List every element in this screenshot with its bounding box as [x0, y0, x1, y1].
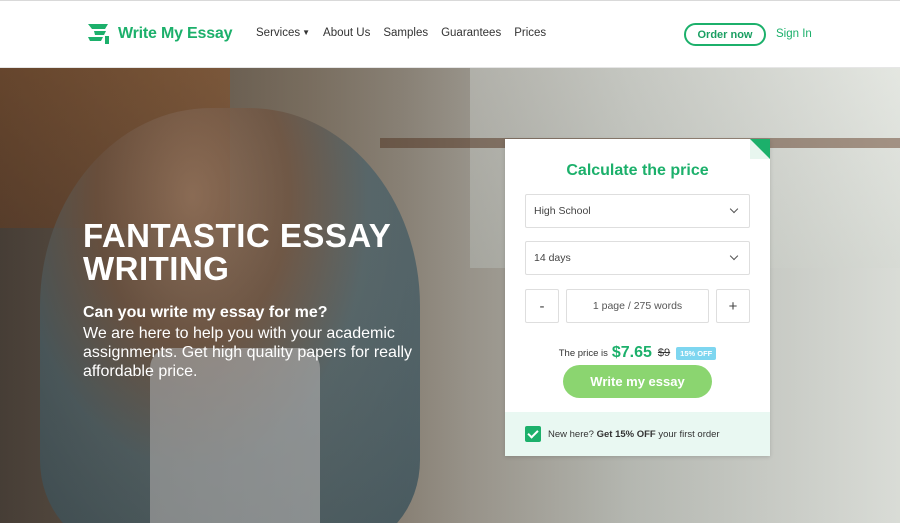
offer-bold: Get 15% OFF — [596, 428, 656, 440]
new-customer-offer: New here? Get 15% OFF your first order — [505, 412, 770, 456]
chevron-down-icon — [729, 251, 739, 261]
hero-description: We are here to help you with your academ… — [83, 325, 413, 380]
deadline-value: 14 days — [534, 252, 571, 264]
current-price: $7.65 — [611, 344, 652, 361]
hero-subhead: Can you write my essay for me? — [83, 304, 328, 321]
chevron-down-icon — [729, 204, 739, 214]
offer-suffix: your first order — [658, 428, 720, 440]
offer-text: New here? Get 15% OFF your first order — [548, 429, 720, 440]
sign-in-link[interactable]: Sign In — [776, 28, 812, 40]
price-label: The price is — [558, 347, 608, 359]
old-price: $9 — [657, 347, 671, 359]
main-nav: Services ▼ About Us Samples Guarantees Pr… — [256, 27, 546, 39]
hero-headline: FANTASTIC ESSAY WRITING — [83, 219, 443, 285]
price-calculator: Calculate the price High School 14 days … — [505, 139, 770, 456]
nav-item-prices[interactable]: Prices — [514, 27, 546, 39]
deadline-select[interactable]: 14 days — [525, 241, 750, 275]
brand-name: Write My Essay — [118, 25, 233, 42]
offer-prefix: New here? — [548, 428, 594, 440]
corner-accent — [750, 139, 770, 159]
nav-item-about[interactable]: About Us — [323, 27, 370, 39]
nav-label: Services — [256, 27, 301, 39]
decrease-pages-button[interactable]: - — [525, 289, 559, 323]
offer-checkbox[interactable] — [525, 426, 541, 442]
write-my-essay-button[interactable]: Write my essay — [563, 365, 712, 398]
nav-item-services[interactable]: Services ▼ — [256, 27, 310, 39]
essay-logo-icon — [88, 24, 109, 44]
caret-down-icon: ▼ — [302, 28, 311, 37]
nav-item-samples[interactable]: Samples — [383, 27, 428, 39]
brand-logo[interactable]: Write My Essay — [86, 21, 232, 47]
order-now-button[interactable]: Order now — [684, 23, 766, 46]
headline-line-2: WRITING — [83, 250, 230, 287]
discount-badge: 15% OFF — [676, 346, 717, 360]
site-header: Write My Essay Services ▼ About Us Sample… — [0, 0, 900, 68]
increase-pages-button[interactable]: + — [716, 289, 750, 323]
academic-level-select[interactable]: High School — [525, 194, 750, 228]
calculator-title: Calculate the price — [566, 162, 709, 179]
hero-section: FANTASTIC ESSAY WRITING Can you write my… — [0, 68, 900, 523]
price-row: The price is $7.65 $9 15% OFF — [505, 344, 770, 362]
nav-item-guarantees[interactable]: Guarantees — [441, 27, 501, 39]
headline-line-1: FANTASTIC ESSAY — [83, 217, 392, 254]
pages-field[interactable]: 1 page / 275 words — [566, 289, 709, 323]
academic-level-value: High School — [534, 205, 591, 217]
